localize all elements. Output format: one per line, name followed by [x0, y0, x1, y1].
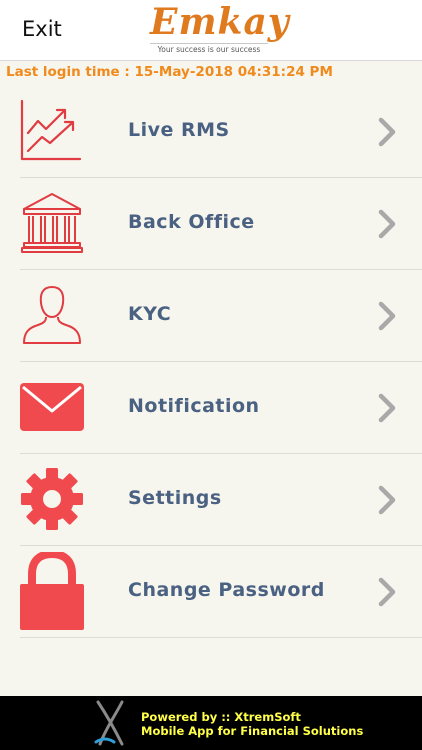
menu-item-label: Live RMS — [128, 119, 230, 141]
footer-credits: Powered by :: XtremSoft Mobile App for F… — [141, 710, 363, 738]
chevron-right-icon — [378, 485, 396, 515]
menu-item-label: Settings — [128, 487, 222, 509]
chart-trend-icon — [20, 99, 82, 161]
menu-item-live-rms[interactable]: Live RMS — [20, 86, 422, 178]
chevron-right-icon — [378, 117, 396, 147]
chevron-right-icon — [378, 393, 396, 423]
xtremsoft-logo-icon — [94, 700, 124, 746]
app-footer: Powered by :: XtremSoft Mobile App for F… — [0, 696, 422, 750]
exit-button[interactable]: Exit — [22, 17, 62, 41]
menu-item-settings[interactable]: Settings — [20, 454, 422, 546]
user-profile-icon — [23, 286, 81, 344]
logo-tagline: Your success is our success — [150, 43, 268, 54]
bank-building-icon — [21, 193, 83, 253]
chevron-right-icon — [378, 301, 396, 331]
menu-item-back-office[interactable]: Back Office — [20, 178, 422, 270]
main-menu: Live RMS Back Office KYC Notification Se… — [20, 86, 422, 638]
last-login-time: Last login time : 15-May-2018 04:31:24 P… — [6, 64, 333, 80]
padlock-icon — [20, 552, 84, 630]
menu-item-notification[interactable]: Notification — [20, 362, 422, 454]
powered-by-text: Powered by :: XtremSoft — [141, 710, 301, 724]
menu-item-label: Notification — [128, 395, 260, 417]
chevron-right-icon — [378, 209, 396, 239]
menu-item-kyc[interactable]: KYC — [20, 270, 422, 362]
gear-icon — [21, 468, 83, 530]
emkay-logo: Emkay Your success is our success — [150, 1, 290, 58]
logo-wordmark: Emkay — [150, 1, 290, 43]
footer-tagline: Mobile App for Financial Solutions — [141, 724, 364, 738]
chevron-right-icon — [378, 577, 396, 607]
envelope-icon — [20, 383, 84, 431]
app-header: Exit Emkay Your success is our success — [0, 0, 422, 61]
menu-item-label: Change Password — [128, 579, 325, 601]
menu-item-label: KYC — [128, 303, 172, 325]
menu-item-change-password[interactable]: Change Password — [20, 546, 422, 638]
menu-item-label: Back Office — [128, 211, 255, 233]
